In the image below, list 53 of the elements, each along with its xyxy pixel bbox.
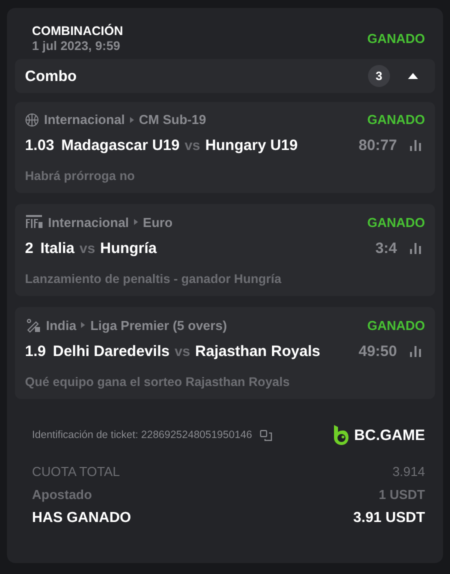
combo-bar[interactable]: Combo 3 [15,59,435,93]
bat-icon [25,317,41,333]
bet-date: 1 jul 2023, 9:59 [32,39,122,53]
vs-label: vs [174,343,190,359]
team-name: Italia [40,240,75,257]
league-label: Internacional [48,214,129,230]
summary-label: CUOTA TOTAL [32,464,120,479]
bet-status: GANADO [367,31,425,46]
team-name: Madagascar U19 [61,137,180,154]
copy-icon[interactable] [260,430,272,440]
odds-value: 2 [25,240,34,257]
summary-label: HAS GANADO [32,510,132,526]
league-label: Euro [142,214,173,230]
vs-label: vs [184,137,200,153]
score: 49:50 [358,343,397,360]
league-label: Internacional [44,112,125,127]
summary-value: 3.914 [392,464,425,479]
summary-value: 1 USDT [378,487,425,502]
sport-logo-icon [25,214,43,230]
score: 80:77 [358,137,397,154]
stats-icon[interactable] [410,346,421,357]
selection-status: GANADO [367,318,425,332]
market-label: Lanzamiento de penaltis - ganador Hungría [25,272,282,286]
league-label: CM Sub-19 [138,112,206,127]
vs-label: vs [80,240,96,256]
league-label: Liga Premier (5 overs) [90,318,227,332]
count-badge: 3 [368,65,390,87]
stats-icon[interactable] [410,243,421,254]
selection-status: GANADO [367,214,425,230]
odds-value: 1.03 [25,137,54,154]
team-name: Hungría [100,240,157,257]
market-label: Habrá prórroga no [25,169,136,183]
separator-icon [81,322,86,328]
logo-icon [333,424,350,446]
combo-label: Combo [25,68,77,84]
summary-label: Apostado [32,487,92,502]
team-name: Hungary U19 [205,137,298,154]
ball-icon [25,112,39,126]
separator-icon [134,219,138,225]
team-name: Delhi Daredevils [52,343,170,360]
stats-icon[interactable] [410,140,421,151]
summary-value: 3.91 USDT [353,510,425,526]
market-label: Qué equipo gana el sorteo Rajasthan Royals [25,375,291,389]
score: 3:4 [375,240,397,257]
caret-icon[interactable] [408,73,418,79]
bet-type: COMBINACIÓN [32,24,123,38]
team-name: Rajasthan Royals [195,343,320,360]
ticket-id: Identificación de ticket: 2286925248051950146 [32,429,252,441]
selection-status: GANADO [367,112,425,127]
odds-value: 1.9 [25,343,46,360]
league-label: India [46,318,76,332]
brand-name: BC.GAME [354,426,425,444]
separator-icon [130,116,134,122]
